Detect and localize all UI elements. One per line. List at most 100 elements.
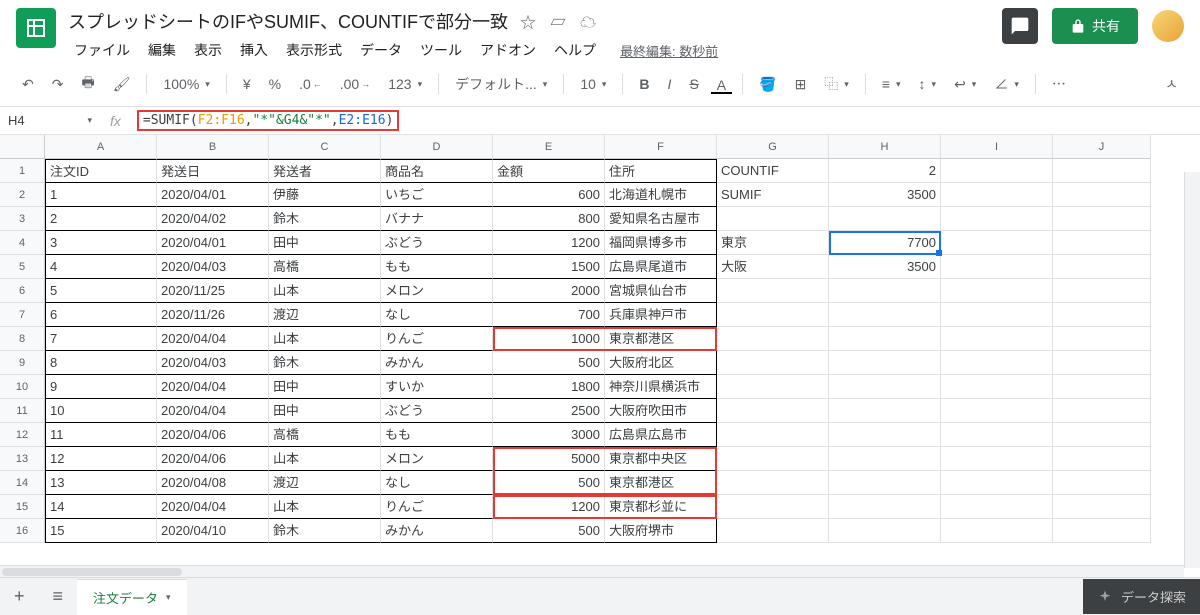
menu-file[interactable]: ファイル bbox=[68, 38, 136, 62]
cell[interactable]: 東京都港区 bbox=[605, 327, 717, 351]
cell[interactable]: 11 bbox=[45, 423, 157, 447]
cell[interactable] bbox=[1053, 159, 1151, 183]
move-icon[interactable]: ▱ bbox=[550, 9, 566, 33]
cell[interactable] bbox=[1053, 375, 1151, 399]
cell[interactable]: 東京都中央区 bbox=[605, 447, 717, 471]
cell[interactable]: 2020/04/01 bbox=[157, 183, 269, 207]
cell[interactable]: 東京都港区 bbox=[605, 471, 717, 495]
cell[interactable]: 渡辺 bbox=[269, 303, 381, 327]
cell[interactable]: なし bbox=[381, 303, 493, 327]
currency-button[interactable]: ¥ bbox=[237, 72, 257, 96]
menu-data[interactable]: データ bbox=[354, 38, 408, 62]
column-header[interactable]: G bbox=[717, 135, 829, 159]
cell[interactable]: みかん bbox=[381, 519, 493, 543]
cell[interactable]: SUMIF bbox=[717, 183, 829, 207]
cell[interactable] bbox=[941, 207, 1053, 231]
formula-input[interactable]: =SUMIF(F2:F16,"*"&G4&"*",E2:E16) bbox=[131, 110, 1200, 131]
borders-button[interactable]: ⊞ bbox=[789, 72, 813, 97]
column-header[interactable]: E bbox=[493, 135, 605, 159]
cell[interactable] bbox=[829, 423, 941, 447]
zoom-select[interactable]: 100% bbox=[157, 72, 215, 96]
cell[interactable] bbox=[829, 351, 941, 375]
cloud-icon[interactable]: ☁ bbox=[580, 9, 596, 33]
column-header[interactable]: I bbox=[941, 135, 1053, 159]
cell[interactable]: 東京 bbox=[717, 231, 829, 255]
merge-button[interactable]: ⿻ bbox=[818, 70, 855, 98]
cell[interactable]: 山本 bbox=[269, 279, 381, 303]
cell[interactable] bbox=[829, 495, 941, 519]
cell[interactable]: 2020/11/26 bbox=[157, 303, 269, 327]
decrease-decimal-button[interactable]: .0← bbox=[293, 72, 328, 96]
cell[interactable]: 6 bbox=[45, 303, 157, 327]
fill-color-button[interactable]: 🪣 bbox=[753, 72, 782, 97]
column-header[interactable]: C bbox=[269, 135, 381, 159]
cell[interactable]: 15 bbox=[45, 519, 157, 543]
menu-tools[interactable]: ツール bbox=[414, 38, 468, 62]
cell[interactable] bbox=[717, 279, 829, 303]
cell[interactable] bbox=[1053, 447, 1151, 471]
cell[interactable] bbox=[1053, 183, 1151, 207]
cell[interactable]: 2020/04/01 bbox=[157, 231, 269, 255]
print-button[interactable]: 🖶 bbox=[75, 68, 100, 100]
cell[interactable]: 神奈川県横浜市 bbox=[605, 375, 717, 399]
cell[interactable]: 田中 bbox=[269, 375, 381, 399]
select-all-corner[interactable] bbox=[0, 135, 45, 159]
cell[interactable]: 山本 bbox=[269, 495, 381, 519]
cell[interactable] bbox=[717, 303, 829, 327]
cell[interactable]: 渡辺 bbox=[269, 471, 381, 495]
cell[interactable]: 山本 bbox=[269, 327, 381, 351]
cell[interactable]: 12 bbox=[45, 447, 157, 471]
cell[interactable]: 山本 bbox=[269, 447, 381, 471]
cell[interactable]: もも bbox=[381, 255, 493, 279]
row-header[interactable]: 9 bbox=[0, 351, 45, 375]
cell[interactable]: いちご bbox=[381, 183, 493, 207]
cell[interactable]: 1000 bbox=[493, 327, 605, 351]
increase-decimal-button[interactable]: .00→ bbox=[334, 72, 376, 96]
cell[interactable] bbox=[717, 519, 829, 543]
cell[interactable]: 宮城県仙台市 bbox=[605, 279, 717, 303]
cell[interactable] bbox=[1053, 303, 1151, 327]
star-icon[interactable]: ☆ bbox=[520, 9, 536, 33]
cell[interactable]: 10 bbox=[45, 399, 157, 423]
cell[interactable] bbox=[1053, 519, 1151, 543]
more-button[interactable]: ⋯ bbox=[1046, 70, 1072, 98]
cell[interactable]: 3500 bbox=[829, 255, 941, 279]
cell[interactable]: 商品名 bbox=[381, 159, 493, 183]
row-header[interactable]: 11 bbox=[0, 399, 45, 423]
cell[interactable]: 5000 bbox=[493, 447, 605, 471]
cell[interactable] bbox=[1053, 207, 1151, 231]
column-header[interactable]: F bbox=[605, 135, 717, 159]
cell[interactable] bbox=[941, 183, 1053, 207]
cell[interactable]: 500 bbox=[493, 471, 605, 495]
cell[interactable]: 2020/04/06 bbox=[157, 447, 269, 471]
cell[interactable] bbox=[717, 351, 829, 375]
cell[interactable]: 13 bbox=[45, 471, 157, 495]
cell[interactable]: 1 bbox=[45, 183, 157, 207]
cell[interactable]: もも bbox=[381, 423, 493, 447]
name-box[interactable]: H4 bbox=[0, 113, 100, 128]
row-header[interactable]: 6 bbox=[0, 279, 45, 303]
cell[interactable] bbox=[1053, 423, 1151, 447]
cell[interactable]: 700 bbox=[493, 303, 605, 327]
cell[interactable]: 3000 bbox=[493, 423, 605, 447]
cell[interactable] bbox=[829, 303, 941, 327]
menu-help[interactable]: ヘルプ bbox=[548, 38, 602, 62]
cell[interactable]: 2020/04/04 bbox=[157, 327, 269, 351]
cell[interactable]: 2020/04/02 bbox=[157, 207, 269, 231]
last-edit[interactable]: 最終編集: 数秒前 bbox=[620, 41, 718, 60]
row-header[interactable]: 4 bbox=[0, 231, 45, 255]
cell[interactable] bbox=[941, 447, 1053, 471]
cell[interactable] bbox=[829, 375, 941, 399]
cell[interactable]: 住所 bbox=[605, 159, 717, 183]
vertical-scrollbar[interactable] bbox=[1184, 172, 1200, 568]
font-select[interactable]: デフォルト... bbox=[449, 70, 553, 98]
cell[interactable]: 3 bbox=[45, 231, 157, 255]
cell[interactable]: 田中 bbox=[269, 231, 381, 255]
cell[interactable]: 500 bbox=[493, 519, 605, 543]
row-header[interactable]: 13 bbox=[0, 447, 45, 471]
cell[interactable] bbox=[1053, 327, 1151, 351]
cell[interactable]: 2020/04/04 bbox=[157, 399, 269, 423]
menu-insert[interactable]: 挿入 bbox=[234, 38, 274, 62]
cell[interactable] bbox=[717, 399, 829, 423]
cell[interactable]: 2 bbox=[45, 207, 157, 231]
